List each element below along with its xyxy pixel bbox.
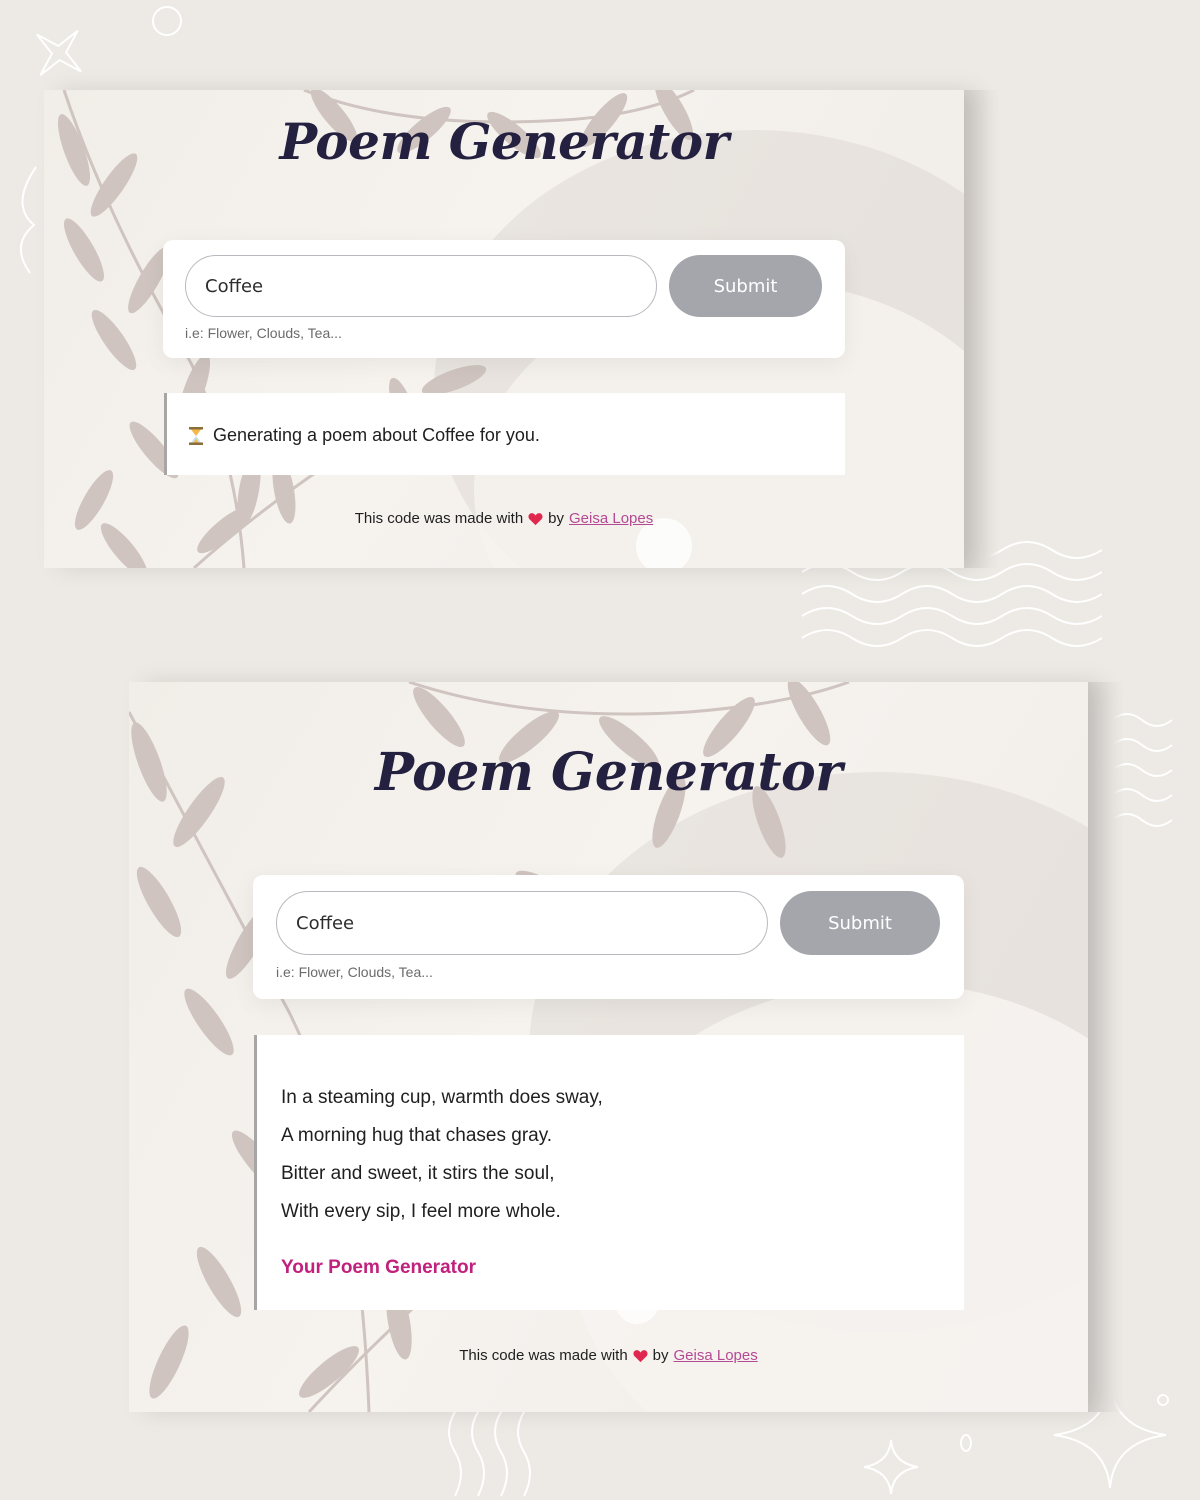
window-edge-shadow bbox=[964, 90, 1000, 568]
decorative-swirl-icon bbox=[20, 166, 37, 274]
input-hint: i.e: Flower, Clouds, Tea... bbox=[185, 325, 342, 341]
poem-line: A morning hug that chases gray. bbox=[281, 1125, 553, 1146]
submit-button[interactable]: Submit bbox=[780, 891, 940, 955]
decorative-waves-icon bbox=[448, 1411, 531, 1497]
author-link[interactable]: Geisa Lopes bbox=[569, 510, 653, 527]
topic-input[interactable]: Coffee bbox=[276, 891, 768, 955]
input-hint: i.e: Flower, Clouds, Tea... bbox=[276, 964, 433, 980]
heart-icon bbox=[528, 512, 543, 525]
decorative-sparkle-icon bbox=[863, 1439, 919, 1495]
search-form-card: Coffee Submit i.e: Flower, Clouds, Tea..… bbox=[253, 875, 964, 999]
poem-result-card: In a steaming cup, warmth does sway, A m… bbox=[254, 1035, 964, 1310]
window-edge-shadow bbox=[1088, 682, 1124, 1412]
decorative-drop-icon bbox=[960, 1434, 972, 1452]
poem-line: In a steaming cup, warmth does sway, bbox=[281, 1087, 603, 1108]
footer: This code was made with by Geisa Lopes bbox=[129, 1347, 1088, 1364]
footer-text: This code was made with bbox=[459, 1347, 628, 1364]
page-title: Poem Generator bbox=[374, 742, 843, 803]
page-title: Poem Generator bbox=[279, 112, 729, 171]
search-form-card: Coffee Submit i.e: Flower, Clouds, Tea..… bbox=[163, 240, 845, 358]
loading-status-text: Generating a poem about Coffee for you. bbox=[213, 425, 540, 445]
poem-line: With every sip, I feel more whole. bbox=[281, 1201, 561, 1222]
decorative-circle-icon bbox=[1157, 1394, 1169, 1406]
poem-signature: Your Poem Generator bbox=[281, 1257, 476, 1278]
submit-button[interactable]: Submit bbox=[669, 255, 822, 317]
decorative-circle-icon bbox=[152, 6, 182, 36]
author-link[interactable]: Geisa Lopes bbox=[674, 1347, 758, 1364]
hourglass-icon bbox=[189, 426, 203, 445]
footer-text: This code was made with bbox=[354, 510, 524, 527]
footer: This code was made with by Geisa Lopes bbox=[44, 510, 964, 527]
app-window-result: Poem Generator Coffee Submit i.e: Flower… bbox=[129, 682, 1088, 1412]
poem-line: Bitter and sweet, it stirs the soul, bbox=[281, 1163, 555, 1184]
poem-result-card: Generating a poem about Coffee for you. bbox=[164, 393, 845, 475]
loading-status: Generating a poem about Coffee for you. bbox=[189, 425, 540, 446]
footer-by-text: by bbox=[548, 510, 564, 527]
app-window-loading: Poem Generator Coffee Submit i.e: Flower… bbox=[44, 90, 964, 568]
topic-input[interactable]: Coffee bbox=[185, 255, 657, 317]
heart-icon bbox=[633, 1349, 648, 1362]
footer-by-text: by bbox=[652, 1347, 669, 1364]
decorative-sparkle-icon bbox=[35, 29, 83, 77]
